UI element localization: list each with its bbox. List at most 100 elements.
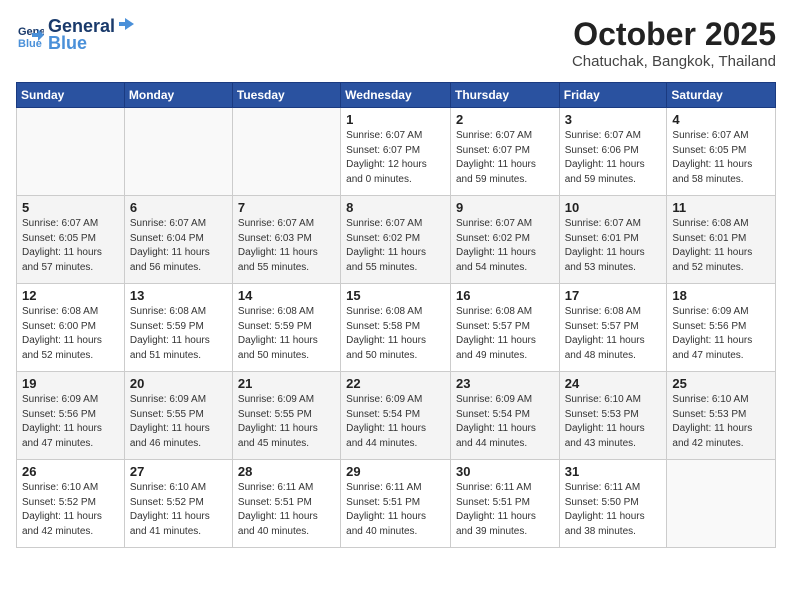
weekday-header-saturday: Saturday	[667, 83, 776, 108]
weekday-header-monday: Monday	[124, 83, 232, 108]
month-title: October 2025	[572, 16, 776, 53]
calendar-cell: 3 Sunrise: 6:07 AM Sunset: 6:06 PM Daylig…	[559, 108, 667, 196]
title-block: October 2025 Chatuchak, Bangkok, Thailan…	[572, 16, 776, 70]
day-info: Sunrise: 6:09 AM Sunset: 5:56 PM Dayligh…	[22, 393, 119, 451]
day-number: 28	[238, 464, 335, 479]
weekday-header-sunday: Sunday	[17, 83, 125, 108]
calendar-cell: 11Sunrise: 6:08 AM Sunset: 6:01 PM Dayli…	[667, 196, 776, 284]
day-info: Sunrise: 6:07 AM Sunset: 6:07 PM Dayligh…	[456, 129, 554, 187]
day-number: 27	[130, 464, 227, 479]
calendar-cell: 13Sunrise: 6:08 AM Sunset: 5:59 PM Dayli…	[124, 284, 232, 372]
calendar-cell: 12 Sunrise: 6:08 AM Sunset: 6:00 PM Dayli…	[17, 284, 125, 372]
calendar-week-3: 12 Sunrise: 6:08 AM Sunset: 6:00 PM Dayli…	[17, 284, 776, 372]
calendar-cell	[124, 108, 232, 196]
day-number: 22	[346, 376, 445, 391]
day-number: 30	[456, 464, 554, 479]
day-number: 13	[130, 288, 227, 303]
day-info: Sunrise: 6:09 AM Sunset: 5:54 PM Dayligh…	[456, 393, 554, 451]
weekday-header-wednesday: Wednesday	[341, 83, 451, 108]
day-number: 9	[456, 200, 554, 215]
day-info: Sunrise: 6:09 AM Sunset: 5:56 PM Dayligh…	[672, 305, 770, 363]
calendar-cell: 15 Sunrise: 6:08 AM Sunset: 5:58 PM Dayli…	[341, 284, 451, 372]
day-info: Sunrise: 6:07 AM Sunset: 6:05 PM Dayligh…	[22, 217, 119, 275]
day-number: 1	[346, 112, 445, 127]
day-info: Sunrise: 6:07 AM Sunset: 6:07 PM Dayligh…	[346, 129, 445, 187]
day-info: Sunrise: 6:10 AM Sunset: 5:53 PM Dayligh…	[672, 393, 770, 451]
day-info: Sunrise: 6:11 AM Sunset: 5:51 PM Dayligh…	[456, 481, 554, 539]
day-number: 25	[672, 376, 770, 391]
day-number: 16	[456, 288, 554, 303]
calendar-cell: 4 Sunrise: 6:07 AM Sunset: 6:05 PM Daylig…	[667, 108, 776, 196]
day-info: Sunrise: 6:08 AM Sunset: 5:57 PM Dayligh…	[456, 305, 554, 363]
day-info: Sunrise: 6:09 AM Sunset: 5:55 PM Dayligh…	[130, 393, 227, 451]
day-number: 2	[456, 112, 554, 127]
calendar-cell: 19 Sunrise: 6:09 AM Sunset: 5:56 PM Dayli…	[17, 372, 125, 460]
day-number: 19	[22, 376, 119, 391]
calendar-week-2: 5 Sunrise: 6:07 AM Sunset: 6:05 PM Daylig…	[17, 196, 776, 284]
day-info: Sunrise: 6:07 AM Sunset: 6:06 PM Dayligh…	[565, 129, 662, 187]
calendar-cell	[232, 108, 340, 196]
day-info: Sunrise: 6:08 AM Sunset: 5:58 PM Dayligh…	[346, 305, 445, 363]
day-number: 15	[346, 288, 445, 303]
day-info: Sunrise: 6:11 AM Sunset: 5:50 PM Dayligh…	[565, 481, 662, 539]
day-info: Sunrise: 6:07 AM Sunset: 6:02 PM Dayligh…	[346, 217, 445, 275]
calendar-cell: 25 Sunrise: 6:10 AM Sunset: 5:53 PM Dayli…	[667, 372, 776, 460]
calendar-cell: 6Sunrise: 6:07 AM Sunset: 6:04 PM Daylig…	[124, 196, 232, 284]
day-number: 21	[238, 376, 335, 391]
calendar-week-4: 19 Sunrise: 6:09 AM Sunset: 5:56 PM Dayli…	[17, 372, 776, 460]
logo: General Blue General Blue	[16, 16, 137, 54]
day-info: Sunrise: 6:10 AM Sunset: 5:52 PM Dayligh…	[22, 481, 119, 539]
calendar-cell: 23 Sunrise: 6:09 AM Sunset: 5:54 PM Dayli…	[450, 372, 559, 460]
weekday-header-row: SundayMondayTuesdayWednesdayThursdayFrid…	[17, 83, 776, 108]
weekday-header-tuesday: Tuesday	[232, 83, 340, 108]
day-number: 5	[22, 200, 119, 215]
calendar-cell: 26 Sunrise: 6:10 AM Sunset: 5:52 PM Dayli…	[17, 460, 125, 548]
day-info: Sunrise: 6:07 AM Sunset: 6:05 PM Dayligh…	[672, 129, 770, 187]
day-info: Sunrise: 6:09 AM Sunset: 5:55 PM Dayligh…	[238, 393, 335, 451]
calendar-cell: 8 Sunrise: 6:07 AM Sunset: 6:02 PM Daylig…	[341, 196, 451, 284]
day-info: Sunrise: 6:11 AM Sunset: 5:51 PM Dayligh…	[238, 481, 335, 539]
logo-icon: General Blue	[16, 21, 44, 49]
calendar-cell	[17, 108, 125, 196]
day-number: 12	[22, 288, 119, 303]
day-number: 4	[672, 112, 770, 127]
calendar-cell: 31Sunrise: 6:11 AM Sunset: 5:50 PM Dayli…	[559, 460, 667, 548]
day-info: Sunrise: 6:09 AM Sunset: 5:54 PM Dayligh…	[346, 393, 445, 451]
day-number: 7	[238, 200, 335, 215]
day-info: Sunrise: 6:08 AM Sunset: 6:01 PM Dayligh…	[672, 217, 770, 275]
calendar-cell: 28 Sunrise: 6:11 AM Sunset: 5:51 PM Dayli…	[232, 460, 340, 548]
day-number: 10	[565, 200, 662, 215]
day-info: Sunrise: 6:07 AM Sunset: 6:03 PM Dayligh…	[238, 217, 335, 275]
day-number: 23	[456, 376, 554, 391]
calendar-week-1: 1 Sunrise: 6:07 AM Sunset: 6:07 PM Daylig…	[17, 108, 776, 196]
day-number: 24	[565, 376, 662, 391]
calendar-cell: 5 Sunrise: 6:07 AM Sunset: 6:05 PM Daylig…	[17, 196, 125, 284]
logo-arrow-icon	[117, 16, 135, 32]
day-info: Sunrise: 6:10 AM Sunset: 5:53 PM Dayligh…	[565, 393, 662, 451]
day-number: 8	[346, 200, 445, 215]
day-info: Sunrise: 6:11 AM Sunset: 5:51 PM Dayligh…	[346, 481, 445, 539]
day-number: 17	[565, 288, 662, 303]
day-number: 14	[238, 288, 335, 303]
day-number: 6	[130, 200, 227, 215]
day-number: 29	[346, 464, 445, 479]
day-info: Sunrise: 6:08 AM Sunset: 6:00 PM Dayligh…	[22, 305, 119, 363]
day-number: 3	[565, 112, 662, 127]
calendar-week-5: 26 Sunrise: 6:10 AM Sunset: 5:52 PM Dayli…	[17, 460, 776, 548]
day-number: 26	[22, 464, 119, 479]
calendar-cell: 16 Sunrise: 6:08 AM Sunset: 5:57 PM Dayli…	[450, 284, 559, 372]
calendar-cell: 10Sunrise: 6:07 AM Sunset: 6:01 PM Dayli…	[559, 196, 667, 284]
calendar-cell: 9 Sunrise: 6:07 AM Sunset: 6:02 PM Daylig…	[450, 196, 559, 284]
day-info: Sunrise: 6:08 AM Sunset: 5:59 PM Dayligh…	[238, 305, 335, 363]
calendar-cell: 18Sunrise: 6:09 AM Sunset: 5:56 PM Dayli…	[667, 284, 776, 372]
day-info: Sunrise: 6:10 AM Sunset: 5:52 PM Dayligh…	[130, 481, 227, 539]
weekday-header-friday: Friday	[559, 83, 667, 108]
weekday-header-thursday: Thursday	[450, 83, 559, 108]
location: Chatuchak, Bangkok, Thailand	[572, 53, 776, 70]
calendar-cell: 1 Sunrise: 6:07 AM Sunset: 6:07 PM Daylig…	[341, 108, 451, 196]
calendar-table: SundayMondayTuesdayWednesdayThursdayFrid…	[16, 82, 776, 548]
day-info: Sunrise: 6:07 AM Sunset: 6:02 PM Dayligh…	[456, 217, 554, 275]
calendar-cell: 27 Sunrise: 6:10 AM Sunset: 5:52 PM Dayli…	[124, 460, 232, 548]
calendar-cell: 7 Sunrise: 6:07 AM Sunset: 6:03 PM Daylig…	[232, 196, 340, 284]
day-info: Sunrise: 6:08 AM Sunset: 5:57 PM Dayligh…	[565, 305, 662, 363]
